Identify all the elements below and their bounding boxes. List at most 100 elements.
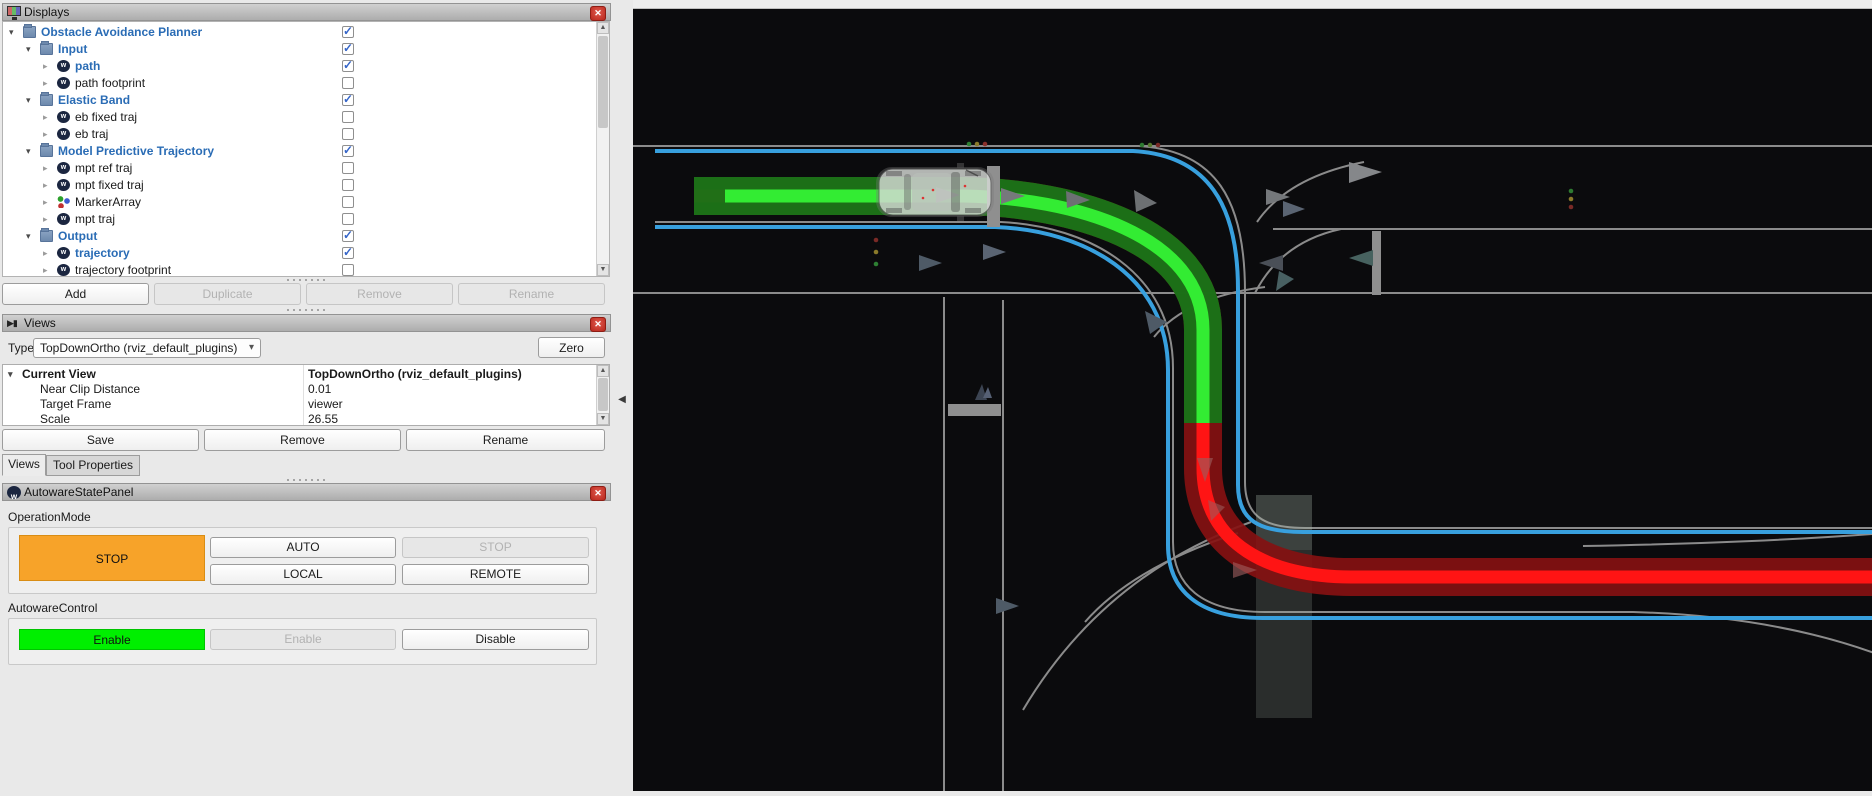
rviz-window: Displays ✕ Obstacle Avoidance Planner In… [0, 0, 1872, 791]
tree-row[interactable]: path [3, 58, 609, 75]
chevron-down-icon[interactable] [26, 92, 38, 109]
splitter-handle[interactable] [285, 478, 327, 482]
scrollbar-thumb[interactable] [598, 378, 608, 411]
displays-panel-titlebar[interactable]: Displays ✕ [2, 3, 611, 21]
add-button[interactable]: Add [2, 283, 149, 305]
disable-button[interactable]: Disable [402, 629, 589, 650]
tree-row[interactable]: eb fixed traj [3, 109, 609, 126]
operation-mode-indicator: STOP [19, 535, 205, 581]
scroll-down-icon[interactable]: ▼ [597, 264, 609, 276]
tree-row[interactable]: Input [3, 41, 609, 58]
local-button[interactable]: LOCAL [210, 564, 396, 585]
splitter-handle[interactable] [285, 278, 327, 282]
property-row[interactable]: Near Clip Distance 0.01 [3, 382, 609, 397]
chevron-right-icon[interactable] [43, 177, 55, 194]
display-checkbox[interactable] [342, 196, 354, 208]
tree-row[interactable]: path footprint [3, 75, 609, 92]
splitter-handle[interactable] [285, 308, 327, 312]
chevron-right-icon[interactable] [43, 126, 55, 143]
chevron-right-icon[interactable] [43, 109, 55, 126]
tree-row[interactable]: mpt traj [3, 211, 609, 228]
property-value[interactable]: 0.01 [308, 382, 331, 397]
close-icon[interactable]: ✕ [590, 486, 606, 501]
folder-icon [23, 26, 36, 38]
chevron-down-icon[interactable] [9, 24, 21, 41]
duplicate-button[interactable]: Duplicate [154, 283, 301, 305]
views-panel-titlebar[interactable]: ▶▮ Views ✕ [2, 314, 611, 332]
tree-scrollbar[interactable]: ▲ ▼ [596, 22, 609, 276]
chevron-right-icon[interactable] [43, 211, 55, 228]
property-value[interactable]: 26.55 [308, 412, 338, 426]
tree-row[interactable]: mpt ref traj [3, 160, 609, 177]
display-checkbox[interactable] [342, 247, 354, 259]
panel-collapse-handle[interactable]: ◀ [613, 391, 631, 409]
chevron-right-icon[interactable] [43, 194, 55, 211]
display-checkbox[interactable] [342, 111, 354, 123]
remove-button[interactable]: Remove [306, 283, 453, 305]
display-checkbox[interactable] [342, 43, 354, 55]
display-checkbox[interactable] [342, 230, 354, 242]
property-value[interactable]: viewer [308, 397, 343, 412]
tree-row[interactable]: trajectory [3, 245, 609, 262]
chevron-right-icon[interactable] [43, 262, 55, 279]
viewport-background [633, 9, 1872, 791]
scroll-up-icon[interactable]: ▲ [597, 365, 609, 377]
display-checkbox[interactable] [342, 264, 354, 276]
remote-button[interactable]: REMOTE [402, 564, 589, 585]
display-checkbox[interactable] [342, 213, 354, 225]
enable-button[interactable]: Enable [210, 629, 396, 650]
tree-row[interactable]: Elastic Band [3, 92, 609, 109]
view-type-dropdown[interactable]: TopDownOrtho (rviz_default_plugins) [33, 338, 261, 358]
chevron-down-icon[interactable]: ▾ [8, 367, 13, 382]
rename-view-button[interactable]: Rename [406, 429, 605, 451]
tab-tool-properties[interactable]: Tool Properties [46, 455, 140, 476]
tab-views[interactable]: Views [2, 454, 46, 476]
tree-item-label: trajectory [75, 245, 130, 262]
property-row[interactable]: Target Frame viewer [3, 397, 609, 412]
display-checkbox[interactable] [342, 162, 354, 174]
stop-button[interactable]: STOP [402, 537, 589, 558]
chevron-right-icon[interactable] [43, 160, 55, 177]
display-checkbox[interactable] [342, 179, 354, 191]
tree-row[interactable]: Obstacle Avoidance Planner [3, 24, 609, 41]
autoware-control-label: AutowareControl [8, 601, 97, 615]
tree-row[interactable]: eb traj [3, 126, 609, 143]
zero-button[interactable]: Zero [538, 337, 605, 358]
display-checkbox[interactable] [342, 77, 354, 89]
tree-item-label: mpt ref traj [75, 160, 132, 177]
scrollbar-thumb[interactable] [598, 36, 608, 128]
render-viewport[interactable] [633, 0, 1872, 791]
chevron-right-icon[interactable] [43, 58, 55, 75]
scroll-down-icon[interactable]: ▼ [597, 413, 609, 425]
rename-button[interactable]: Rename [458, 283, 605, 305]
scroll-up-icon[interactable]: ▲ [597, 22, 609, 34]
property-row[interactable]: Scale 26.55 [3, 412, 609, 426]
display-checkbox[interactable] [342, 145, 354, 157]
display-checkbox[interactable] [342, 60, 354, 72]
property-row[interactable]: ▾ Current View TopDownOrtho (rviz_defaul… [3, 367, 609, 382]
close-icon[interactable]: ✕ [590, 6, 606, 21]
chevron-right-icon[interactable] [43, 245, 55, 262]
property-name: Scale [40, 412, 70, 426]
tree-row[interactable]: Model Predictive Trajectory [3, 143, 609, 160]
property-value: TopDownOrtho (rviz_default_plugins) [308, 367, 522, 382]
chevron-down-icon[interactable] [26, 143, 38, 160]
save-view-button[interactable]: Save [2, 429, 199, 451]
display-checkbox[interactable] [342, 128, 354, 140]
display-checkbox[interactable] [342, 94, 354, 106]
state-panel-titlebar[interactable]: AutowareStatePanel ✕ [2, 483, 611, 501]
tree-row[interactable]: Output [3, 228, 609, 245]
displays-icon [7, 6, 21, 16]
chevron-down-icon[interactable] [26, 228, 38, 245]
remove-view-button[interactable]: Remove [204, 429, 401, 451]
chevron-right-icon[interactable] [43, 75, 55, 92]
close-icon[interactable]: ✕ [590, 317, 606, 332]
tree-row[interactable]: MarkerArray [3, 194, 609, 211]
tree-row[interactable]: trajectory footprint [3, 262, 609, 279]
table-scrollbar[interactable]: ▲ ▼ [596, 365, 609, 425]
display-checkbox[interactable] [342, 26, 354, 38]
auto-button[interactable]: AUTO [210, 537, 396, 558]
chevron-down-icon[interactable] [26, 41, 38, 58]
tree-row[interactable]: mpt fixed traj [3, 177, 609, 194]
folder-icon [40, 43, 53, 55]
